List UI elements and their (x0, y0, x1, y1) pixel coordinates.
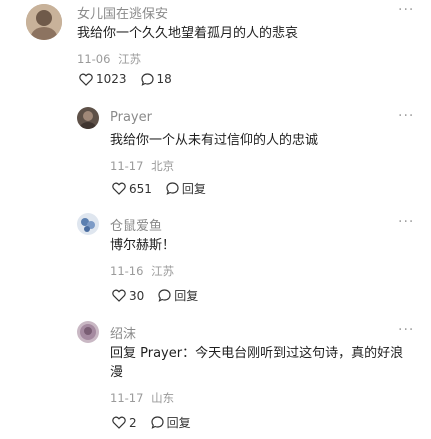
avatar[interactable] (77, 107, 99, 129)
avatar-image (77, 213, 99, 235)
reply-label: 回复 (174, 289, 199, 303)
comment-location: 山东 (151, 391, 175, 405)
avatar-image (77, 107, 99, 129)
comment-bubble-icon (140, 72, 154, 86)
more-options-button[interactable]: ··· (398, 214, 414, 230)
avatar-image (77, 321, 99, 343)
comment-username[interactable]: 绍沫 (110, 323, 136, 342)
reply-button[interactable]: 回复 (166, 180, 206, 197)
avatar[interactable] (26, 4, 62, 40)
comment-location: 北京 (151, 159, 175, 173)
heart-icon (112, 416, 126, 429)
comment-date: 11-16 (110, 264, 144, 278)
like-button[interactable]: 1023 (79, 72, 127, 86)
comment-meta: 11-17 北京 (110, 158, 174, 174)
like-button[interactable]: 30 (112, 289, 144, 303)
like-count: 30 (129, 288, 145, 303)
reply-count: 18 (156, 72, 172, 86)
comment-meta: 11-06 江苏 (77, 51, 141, 67)
more-options-button[interactable]: ··· (398, 2, 414, 18)
comment-username[interactable]: 仓鼠爱鱼 (110, 215, 162, 234)
comment-date: 11-17 (110, 391, 144, 405)
comment-meta: 11-16 江苏 (110, 263, 174, 279)
heart-icon (112, 289, 126, 302)
reply-button[interactable]: 18 (140, 72, 172, 86)
like-count: 1023 (96, 72, 127, 86)
comment-actions: 30 回复 (112, 287, 198, 304)
comment-bubble-icon (151, 416, 164, 429)
comment-username[interactable]: Prayer (110, 110, 152, 125)
avatar-image (26, 4, 62, 40)
comment-bubble-icon (158, 289, 171, 302)
more-options-button[interactable]: ··· (398, 108, 414, 124)
comment-actions: 1023 18 (79, 72, 172, 86)
comment-date: 11-06 (77, 52, 111, 66)
avatar[interactable] (77, 321, 99, 343)
comment-username[interactable]: 女儿国在逃保安 (77, 3, 168, 22)
like-button[interactable]: 651 (112, 182, 152, 196)
reply-label: 回复 (166, 416, 191, 430)
comment-text: 回复 Prayer：今天电台刚听到过这句诗，真的好浪漫 (110, 344, 410, 382)
comment-meta: 11-17 山东 (110, 390, 174, 406)
comment-location: 江苏 (118, 52, 142, 66)
like-count: 651 (129, 181, 152, 196)
comment-location: 江苏 (151, 264, 175, 278)
heart-icon (112, 182, 126, 195)
comment-text: 我给你一个久久地望着孤月的人的悲哀 (77, 26, 299, 41)
reply-button[interactable]: 回复 (151, 414, 191, 431)
heart-icon (79, 73, 93, 86)
comment-actions: 651 回复 (112, 180, 206, 197)
reply-label: 回复 (181, 182, 206, 196)
comment-actions: 2 回复 (112, 414, 191, 431)
like-button[interactable]: 2 (112, 416, 137, 430)
more-options-button[interactable]: ··· (398, 322, 414, 338)
comment-text: 我给你一个从未有过信仰的人的忠诚 (110, 133, 319, 148)
comment-bubble-icon (166, 182, 179, 195)
comment-date: 11-17 (110, 159, 144, 173)
reply-button[interactable]: 回复 (158, 287, 198, 304)
like-count: 2 (129, 415, 137, 430)
comment-text: 博尔赫斯！ (110, 238, 176, 253)
avatar[interactable] (77, 213, 99, 235)
reply-to-prefix: 回复 Prayer： (110, 346, 196, 361)
